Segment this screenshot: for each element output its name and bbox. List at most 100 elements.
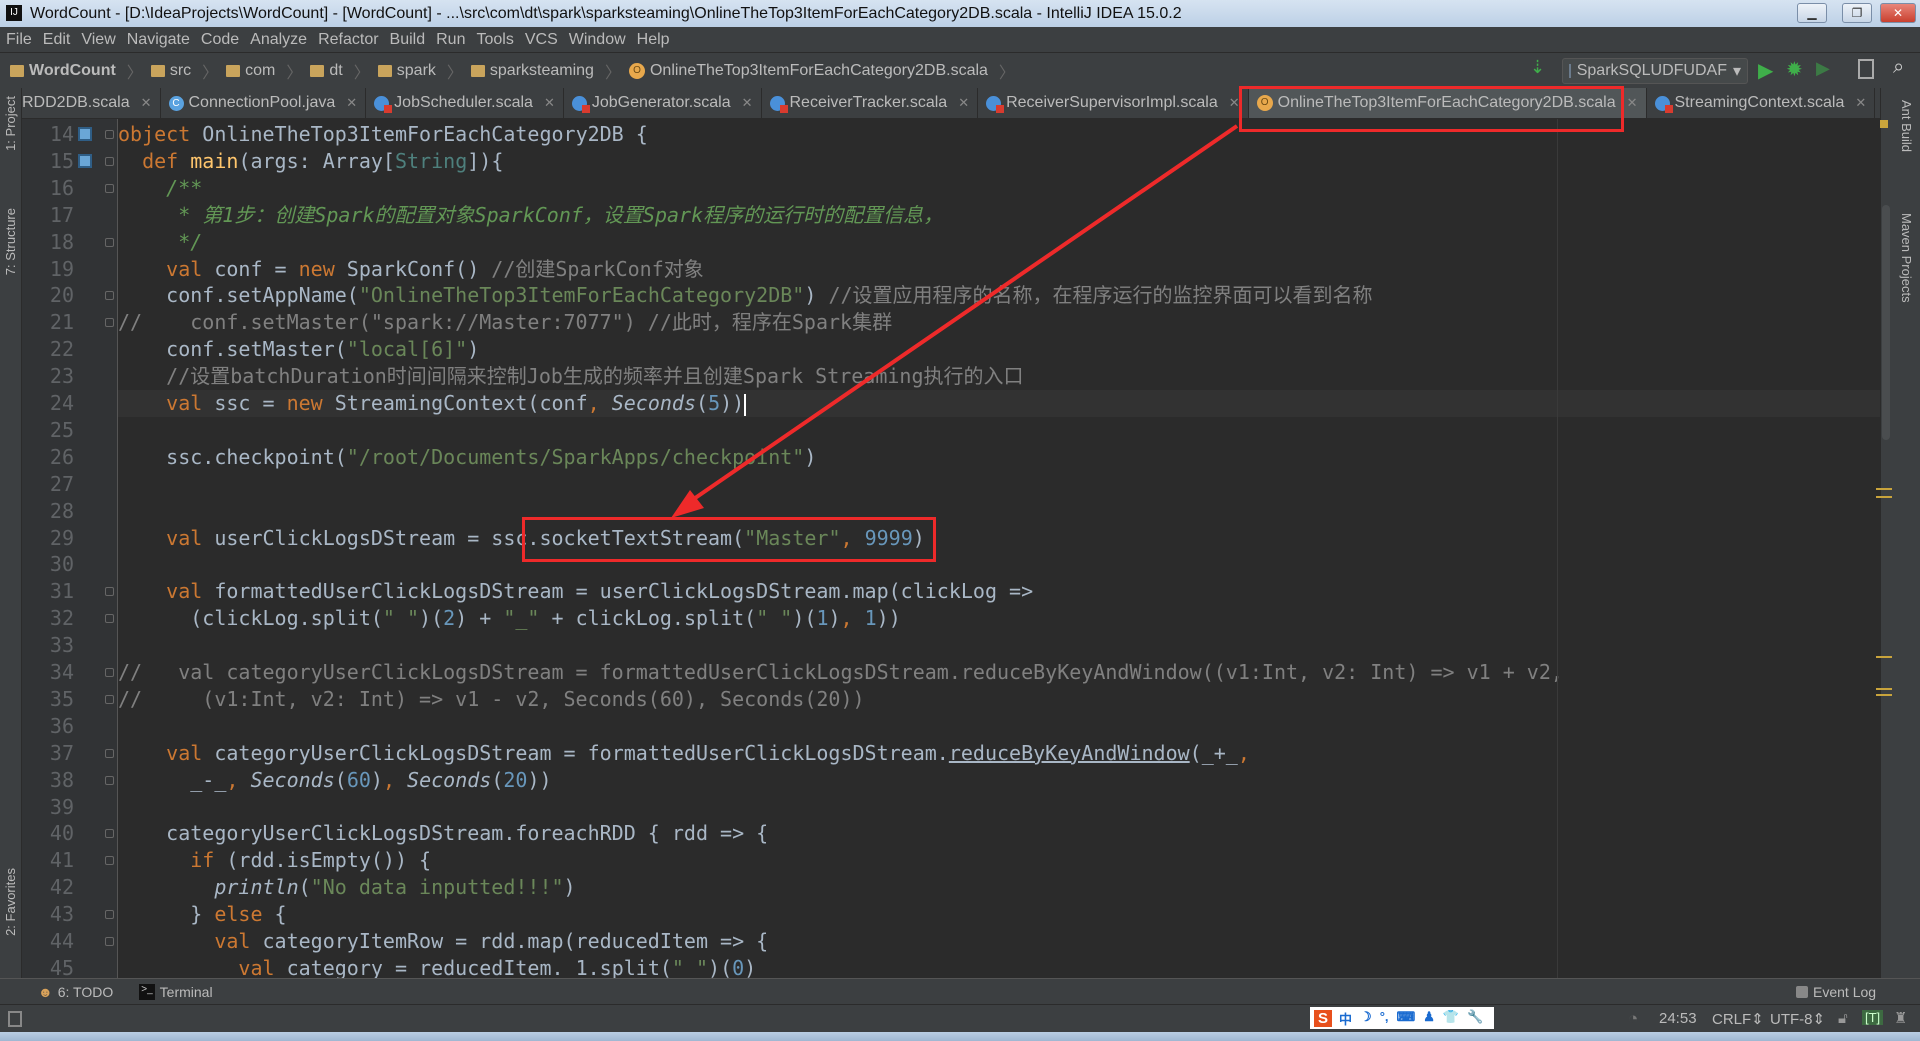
debug-icon[interactable]: ✹	[1786, 57, 1803, 82]
error-stripe-mark[interactable]	[1876, 496, 1892, 498]
project-tool-button[interactable]: 1: Project	[3, 96, 18, 151]
line-number: 36	[49, 713, 74, 738]
error-stripe-mark[interactable]	[1876, 694, 1892, 696]
menu-file[interactable]: File	[6, 31, 32, 49]
menu-tools[interactable]: Tools	[476, 31, 513, 49]
breadcrumb-item[interactable]: O OnlineTheTop3ItemForEachCategory2DB.sca…	[628, 59, 1015, 83]
run-config-select[interactable]: SparkSQLUDFUDAF ▾	[1562, 58, 1748, 84]
event-log-button[interactable]: Event Log	[1796, 984, 1876, 1000]
ant-build-tool-button[interactable]: Ant Build	[1899, 100, 1914, 152]
close-button[interactable]: ✕	[1880, 3, 1916, 23]
close-icon[interactable]: ✕	[141, 95, 152, 111]
fold-marker-icon[interactable]	[105, 237, 114, 247]
close-icon[interactable]: ✕	[1627, 95, 1638, 111]
ime-button[interactable]: ☽	[1360, 1009, 1372, 1028]
todo-tool-button[interactable]: ☻ 6: TODO	[38, 984, 113, 1000]
project-structure-icon[interactable]	[1858, 59, 1874, 79]
breadcrumb-item[interactable]: spark 〉	[377, 59, 463, 83]
run-icon[interactable]: ▶	[1758, 58, 1773, 83]
fold-marker-icon[interactable]	[105, 587, 114, 597]
caret-position[interactable]: 24:53	[1659, 1010, 1697, 1027]
breadcrumb-item[interactable]: sparksteaming 〉	[470, 59, 621, 83]
run-gutter-icon[interactable]	[78, 153, 92, 168]
tab-onlinethetop3itemforeachcategory2db-scala[interactable]: O OnlineTheTop3ItemForEachCategory2DB.sca…	[1248, 88, 1647, 118]
tab-overflow-icon[interactable]: ▾≡	[1875, 88, 1880, 118]
fold-marker-icon[interactable]	[105, 130, 114, 139]
code-token: )	[563, 875, 576, 900]
close-icon[interactable]: ✕	[346, 95, 357, 111]
encoding-select[interactable]: UTF-8⇕	[1770, 1010, 1825, 1028]
menu-help[interactable]: Help	[637, 31, 670, 49]
fold-marker-icon[interactable]	[105, 775, 114, 785]
menu-edit[interactable]: Edit	[43, 31, 71, 49]
breadcrumb-item[interactable]: com 〉	[226, 59, 302, 83]
fold-marker-icon[interactable]	[105, 856, 114, 866]
ime-button[interactable]: ♟	[1423, 1009, 1435, 1028]
close-icon[interactable]: ✕	[1855, 95, 1866, 111]
tab-jobscheduler-scala[interactable]: JobScheduler.scala ✕	[366, 88, 564, 118]
toggle-tool-windows-icon[interactable]	[8, 1011, 22, 1027]
tab-jobgenerator-scala[interactable]: JobGenerator.scala ✕	[563, 88, 762, 118]
error-stripe-mark[interactable]	[1876, 488, 1892, 490]
favorites-tool-button[interactable]: 2: Favorites	[3, 868, 18, 936]
fold-marker-icon[interactable]	[105, 614, 114, 624]
breadcrumb-item[interactable]: dt 〉	[310, 59, 370, 83]
vcs-update-icon[interactable]: ⇣	[1530, 57, 1545, 78]
menu-view[interactable]: View	[81, 31, 115, 49]
error-stripe-mark[interactable]	[1876, 688, 1892, 690]
tab-connectionpool-java[interactable]: C ConnectionPool.java ✕	[160, 88, 367, 118]
coverage-icon[interactable]: ▶	[1816, 58, 1830, 79]
menu-run[interactable]: Run	[436, 31, 465, 49]
error-stripe-mark[interactable]	[1876, 656, 1892, 658]
ime-button[interactable]: 🔧	[1467, 1009, 1483, 1028]
menu-window[interactable]: Window	[569, 31, 626, 49]
inspection-status-icon[interactable]	[1880, 120, 1888, 128]
fold-marker-icon[interactable]	[105, 668, 114, 677]
memory-indicator-icon[interactable]: ◔	[1628, 1009, 1638, 1029]
tab-streamingcontext-scala[interactable]: StreamingContext.scala ✕	[1646, 88, 1876, 118]
structure-tool-button[interactable]: 7: Structure	[3, 208, 18, 275]
fold-marker-icon[interactable]	[105, 183, 114, 193]
ime-button[interactable]: °,	[1380, 1009, 1389, 1028]
close-icon[interactable]: ✕	[958, 95, 969, 111]
fold-marker-icon[interactable]	[105, 937, 114, 946]
line-separator-select[interactable]: CRLF⇕	[1712, 1010, 1764, 1028]
ime-button[interactable]: 👕	[1443, 1009, 1459, 1028]
close-icon[interactable]: ✕	[1229, 95, 1240, 111]
menu-code[interactable]: Code	[201, 31, 239, 49]
fold-marker-icon[interactable]	[105, 748, 114, 758]
maven-projects-tool-button[interactable]: Maven Projects	[1899, 213, 1914, 303]
menu-analyze[interactable]: Analyze	[250, 31, 307, 49]
fold-marker-icon[interactable]	[105, 910, 114, 920]
menu-navigate[interactable]: Navigate	[127, 31, 190, 49]
minimize-button[interactable]: ▁	[1797, 3, 1827, 23]
tab-receiversupervisorimpl-scala[interactable]: ReceiverSupervisorImpl.scala ✕	[978, 88, 1249, 118]
menu-refactor[interactable]: Refactor	[318, 31, 378, 49]
tab-receivertracker-scala[interactable]: ReceiverTracker.scala ✕	[761, 88, 979, 118]
run-gutter-icon[interactable]	[78, 127, 92, 141]
typo-icon[interactable]: [T]	[1862, 1010, 1884, 1025]
fold-marker-icon[interactable]	[105, 291, 114, 301]
menu-build[interactable]: Build	[390, 31, 426, 49]
close-icon[interactable]: ✕	[544, 95, 555, 111]
close-icon[interactable]: ✕	[742, 95, 753, 111]
fold-marker-icon[interactable]	[105, 156, 114, 166]
fold-marker-icon[interactable]	[105, 694, 114, 704]
breadcrumb-item[interactable]: src 〉	[150, 59, 218, 83]
restore-button[interactable]: ❐	[1842, 3, 1872, 23]
breadcrumb-item[interactable]: WordCount 〉	[10, 59, 143, 83]
menu-vcs[interactable]: VCS	[525, 31, 558, 49]
hector-icon[interactable]: ♜	[1894, 1009, 1907, 1027]
code-token: " "	[671, 955, 709, 978]
code-editor[interactable]: object OnlineTheTop3ItemForEachCategory2…	[118, 119, 1880, 978]
ime-button[interactable]: ⌨	[1397, 1009, 1416, 1028]
lock-icon[interactable]: 🔓︎	[1838, 1010, 1848, 1027]
scala-object-icon: O	[628, 62, 645, 79]
fold-marker-icon[interactable]	[105, 829, 114, 839]
fold-marker-icon[interactable]	[105, 318, 114, 328]
tab-rdd2db-scala[interactable]: RDD2DB.scala ✕	[22, 88, 161, 118]
search-icon[interactable]: ⌕	[1893, 56, 1904, 79]
editor-scrollbar[interactable]	[1882, 205, 1890, 440]
terminal-tool-button[interactable]: >_ Terminal	[139, 983, 213, 1000]
ime-button[interactable]: 中	[1339, 1009, 1352, 1028]
